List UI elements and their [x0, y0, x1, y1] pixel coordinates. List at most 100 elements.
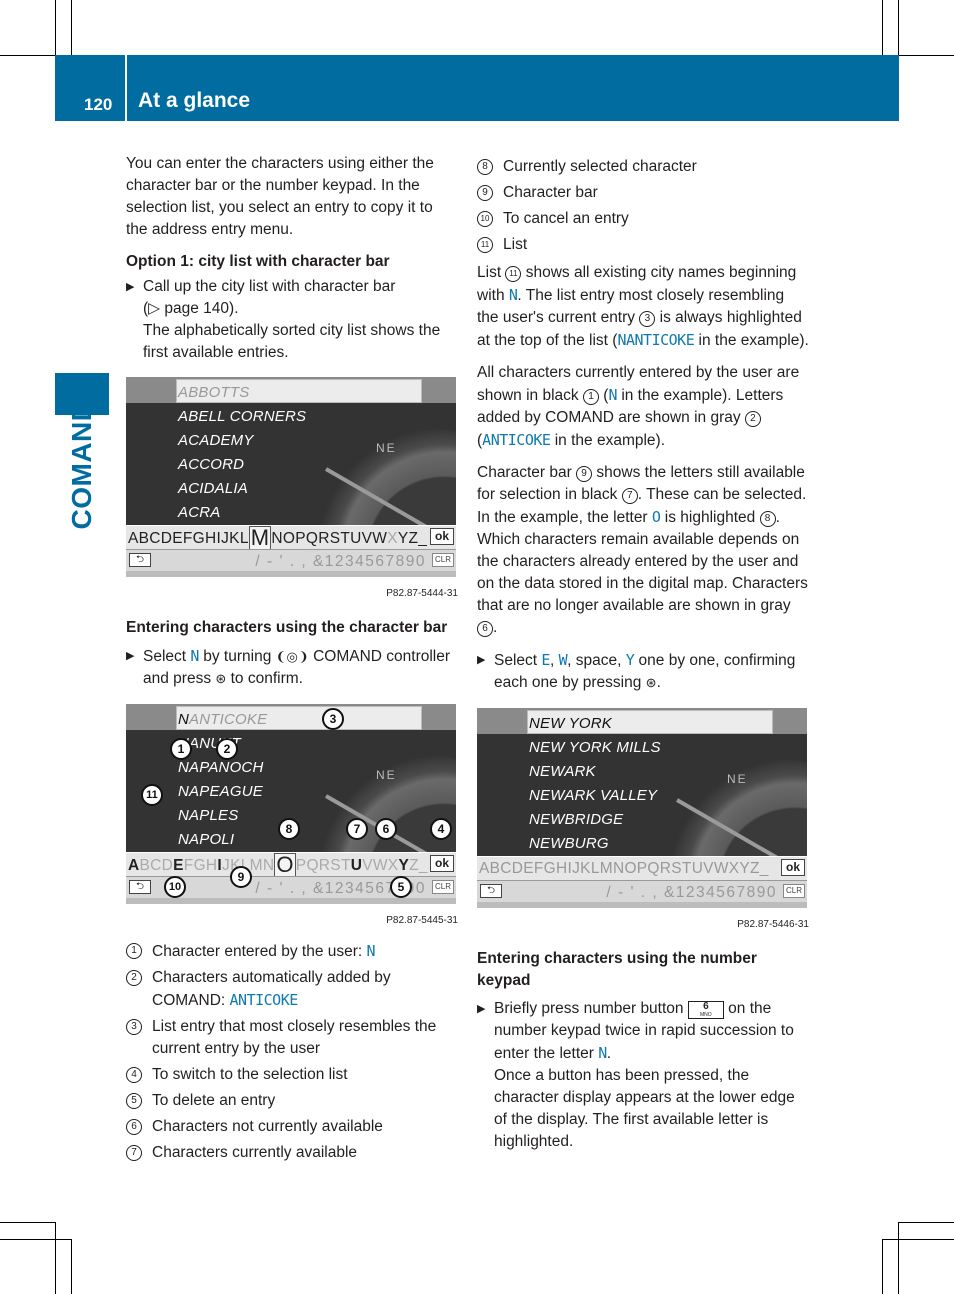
legend-item: 7 Characters currently available — [126, 1142, 458, 1164]
screen-figure-2: NE NANTICOKE NANUET NAPANOCH NAPEAGUE NA… — [126, 704, 456, 904]
city-list-item[interactable]: NAPOLI — [178, 829, 234, 851]
callout-3: 3 — [322, 708, 344, 730]
intro-paragraph: You can enter the characters using eithe… — [126, 155, 434, 238]
city-list-item[interactable]: NEWARK VALLEY — [529, 785, 657, 807]
callout-11: 11 — [141, 784, 163, 806]
figure-code: P82.87-5444-31 — [386, 588, 458, 599]
controller-press-icon: ⊛ — [645, 675, 657, 690]
crop-mark — [882, 1239, 954, 1240]
legend-list-left: 1 Character entered by the user: N 2 Chara… — [126, 940, 458, 1164]
screen-figure-3: NE NEW YORK NEW YORK MILLS NEWARK NEWARK… — [477, 708, 807, 908]
crop-mark — [55, 0, 56, 55]
clear-button[interactable]: CLR — [432, 880, 454, 894]
ok-button[interactable]: ok — [781, 859, 805, 876]
crop-mark — [882, 1239, 883, 1294]
step-arrow-icon: ▶ — [477, 654, 486, 666]
legend-item: 2 Characters automatically added by COMAN… — [126, 967, 458, 1012]
unavailable-character: X — [387, 857, 399, 874]
legend-item: 10 To cancel an entry — [477, 208, 809, 230]
available-character[interactable]: Y — [398, 857, 409, 874]
city-list-item[interactable]: NEW YORK — [529, 713, 612, 735]
compass-label: NE — [376, 441, 397, 455]
keypad-6-icon: 6 MNO — [687, 1001, 724, 1019]
legend-item: 6 Characters not currently available — [126, 1116, 458, 1138]
unavailable-character: W — [372, 857, 388, 874]
legend-item: 3 List entry that most closely resembles … — [126, 1016, 458, 1060]
figure-code: P82.87-5446-31 — [737, 919, 809, 930]
character-bar[interactable]: ABCDEFGHIJKLMNOPQRSTUVWXYZ_ — [477, 856, 807, 880]
city-list-item[interactable]: ACCORD — [178, 454, 244, 476]
selected-character[interactable]: M — [248, 526, 272, 550]
city-list-item[interactable]: ACRA — [178, 502, 220, 524]
unavailable-character: M — [249, 857, 263, 874]
available-character[interactable]: U — [351, 857, 363, 874]
crop-mark — [0, 1239, 71, 1240]
back-icon[interactable]: ⮌ — [129, 553, 151, 567]
back-icon[interactable]: ⮌ — [480, 884, 502, 898]
clear-button[interactable]: CLR — [783, 884, 805, 898]
unavailable-character: J — [222, 857, 231, 874]
callout-10: 10 — [164, 876, 186, 898]
city-list-item[interactable]: ABBOTTS — [178, 382, 249, 404]
controller-turn-icon: ❨◎❩ — [275, 649, 309, 664]
crop-mark — [899, 55, 954, 56]
city-list-item[interactable]: ABELL CORNERS — [178, 406, 306, 428]
section-title: At a glance — [138, 89, 251, 112]
page-reference-link[interactable]: (▷ page 140). — [143, 300, 239, 317]
unavailable-character: P — [295, 857, 307, 874]
crop-mark — [71, 0, 72, 55]
available-character[interactable]: E — [173, 857, 184, 874]
city-list-item[interactable]: NAPEAGUE — [178, 781, 263, 803]
city-list-item[interactable]: ACADEMY — [178, 430, 254, 452]
character-bar[interactable]: ABCDEFGHIJKLMNOPQRSTUVWXYZ_ — [126, 852, 456, 877]
legend-item: 9 Character bar — [477, 182, 809, 204]
callout-8: 8 — [278, 818, 300, 840]
unavailable-character: V — [362, 857, 373, 874]
keypad-heading: Entering characters using the number key… — [477, 950, 757, 989]
controller-press-icon: ⊛ — [215, 671, 227, 686]
callout-4: 4 — [430, 818, 452, 840]
crop-mark — [882, 0, 883, 55]
selected-character[interactable]: O — [274, 853, 296, 877]
city-list-item[interactable]: NANTICOKE — [178, 709, 267, 731]
list-description-paragraph: List 11 shows all existing city names be… — [477, 264, 809, 349]
figure-code: P82.87-5445-31 — [386, 915, 458, 926]
callout-2: 2 — [216, 738, 238, 760]
step-call-up-city-list: ▶ Call up the city list with character b… — [126, 278, 441, 361]
character-bar[interactable]: ABCDEFGHIJKLMNOPQRSTUVWXYZ_ — [126, 525, 456, 550]
crop-mark — [71, 1239, 72, 1294]
legend-item: 8 Currently selected character — [477, 156, 809, 178]
unavailable-character: Q — [306, 857, 319, 874]
crop-mark — [0, 55, 55, 56]
entering-char-bar-heading: Entering characters using the character … — [126, 619, 448, 636]
unavailable-character: F — [183, 857, 194, 874]
legend-item: 5 To delete an entry — [126, 1090, 458, 1112]
entered-chars-paragraph: All characters currently entered by the … — [477, 364, 800, 449]
crop-mark — [899, 1222, 954, 1223]
city-list-item[interactable]: NEWBRIDGE — [529, 809, 623, 831]
number-characters[interactable]: / - ' . , &1234567890 — [255, 551, 426, 573]
crop-mark — [55, 1222, 56, 1294]
side-tab-label: COMAND — [66, 400, 97, 530]
ok-button[interactable]: ok — [430, 528, 454, 545]
callout-1: 1 — [170, 738, 192, 760]
city-list-item[interactable]: NEWARK — [529, 761, 596, 783]
city-list-item[interactable]: NEWBURG — [529, 833, 609, 855]
crop-mark — [0, 1222, 55, 1223]
legend-list-right: 8 Currently selected character 9 Character… — [477, 156, 809, 256]
step-select-n: ▶ Select N by turning ❨◎❩ COMAND control… — [126, 647, 451, 687]
number-characters[interactable]: / - ' . , &1234567890 — [606, 882, 777, 904]
callout-6: 6 — [375, 818, 397, 840]
city-list-item[interactable]: NAPLES — [178, 805, 238, 827]
city-list-item[interactable]: NEW YORK MILLS — [529, 737, 661, 759]
compass-label: NE — [727, 772, 748, 786]
available-character[interactable]: A — [128, 857, 140, 874]
back-icon[interactable]: ⮌ — [129, 880, 151, 894]
page-number: 120 — [84, 95, 113, 114]
ok-button[interactable]: ok — [430, 855, 454, 872]
city-list-item[interactable]: NAPANOCH — [178, 757, 264, 779]
clear-button[interactable]: CLR — [432, 553, 454, 567]
unavailable-character: R — [318, 857, 331, 874]
screen-figure-1: NE ABBOTTS ABELL CORNERS ACADEMY ACCORD … — [126, 377, 456, 577]
city-list-item[interactable]: ACIDALIA — [178, 478, 248, 500]
